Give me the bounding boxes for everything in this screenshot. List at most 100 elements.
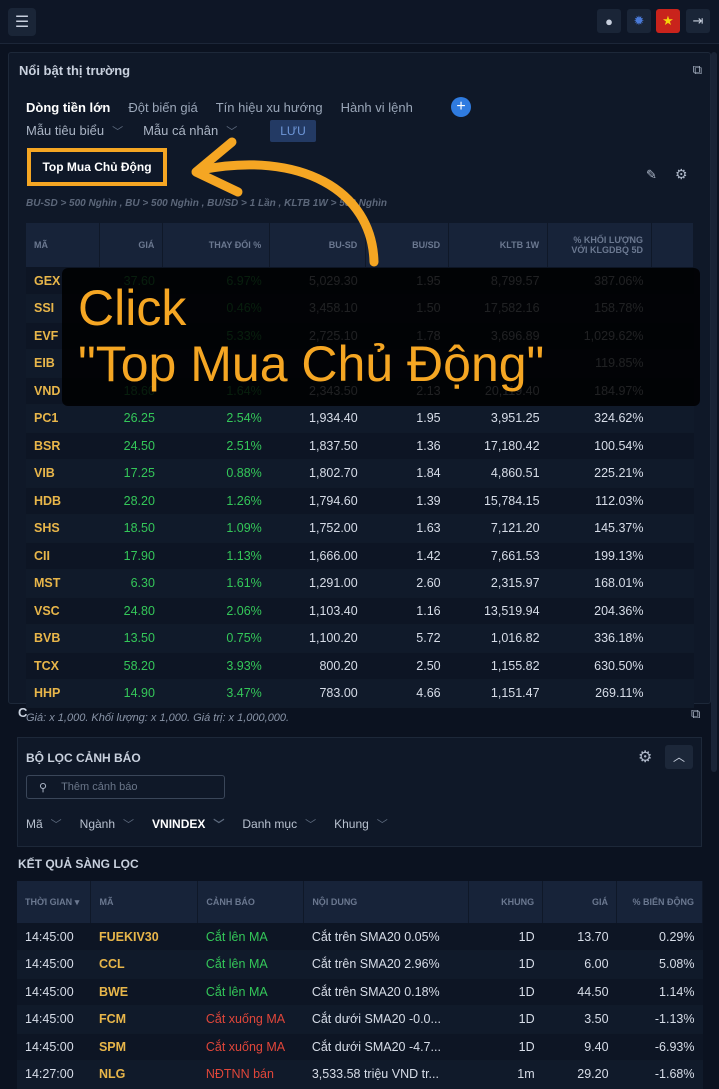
cell-pct-change: 5.08% [616,950,703,979]
cell-price: 14.90 [99,679,163,708]
cell-extra [651,597,694,625]
chip-index[interactable]: VNINDEX ﹀ [152,816,224,832]
cell-alert: Cắt lên MA [197,978,304,1006]
cell-timeframe: 1D [468,1005,543,1034]
cell-bu-sd: 1,291.00 [269,569,366,598]
cell-change: 1.26% [162,487,270,515]
table-row[interactable]: VSC 24.80 2.06% 1,103.40 1.16 13,519.94 204.36… [26,597,694,625]
cell-bu-sd: 1,802.70 [269,459,366,488]
chip-symbol[interactable]: Mã ﹀ [26,816,62,832]
gear-icon[interactable]: ⚙ [638,747,652,767]
col-price[interactable]: GIÁ [542,881,618,923]
cell-alert: Cắt xuống MA [197,1005,304,1034]
chip-sector[interactable]: Ngành ﹀ [80,816,134,832]
col-symbol[interactable]: MÃ [90,881,199,923]
cell-symbol: SPM [90,1033,198,1061]
arrow-icon [191,137,379,267]
table-row[interactable]: VIB 17.25 0.88% 1,802.70 1.84 4,860.51 225.21% [26,459,694,488]
table-row[interactable]: PC1 26.25 2.54% 1,934.40 1.95 3,951.25 324.62% [26,404,694,433]
cell-vol-ratio: 630.50% [547,652,652,680]
cell-change: 3.47% [162,679,270,708]
cell-bu-sd: 1,100.20 [269,624,366,653]
cell-bu-sd-ratio: 1.16 [365,597,449,625]
cell-vol-ratio: 145.37% [547,514,652,543]
cell-avg-vol: 13,519.94 [448,597,548,625]
cell-avg-vol: 3,951.25 [448,404,548,433]
cell-bu-sd-ratio: 2.60 [365,569,449,598]
cell-price: 58.20 [99,652,163,680]
chevron-up-icon[interactable]: ︿ [665,745,693,769]
cell-time: 14:45:00 [17,950,91,979]
cell-price: 17.90 [99,542,163,570]
cell-symbol: MST [26,569,100,598]
cell-vol-ratio: 112.03% [547,487,652,515]
col-timeframe[interactable]: KHUNG [468,881,544,923]
table-row[interactable]: HDB 28.20 1.26% 1,794.60 1.39 15,784.15 112.03… [26,487,694,515]
table-row[interactable]: SHS 18.50 1.09% 1,752.00 1.63 7,121.20 145.37% [26,514,694,543]
table-row[interactable]: 14:45:00 CCL Cắt lên MA Cắt trên SMA20 2.96… [17,950,703,979]
cell-vol-ratio: 100.54% [547,432,652,460]
table-row[interactable]: MST 6.30 1.61% 1,291.00 2.60 2,315.97 168.01% [26,569,694,598]
table-row[interactable]: 14:45:00 BWE Cắt lên MA Cắt trên SMA20 0.18… [17,978,703,1006]
table-row[interactable]: 14:45:00 SPM Cắt xuống MA Cắt dưới SMA20 -4… [17,1033,703,1061]
col-pct-change[interactable]: % BIẾN ĐỘNG [616,881,703,923]
alert-filter-box: BỘ LỌC CẢNH BÁO ⚙ ︿ ⚲ Thêm cảnh báo Mã ﹀ N… [17,737,702,847]
cell-change: 1.61% [162,569,270,598]
add-alert-search-input[interactable]: ⚲ Thêm cảnh báo [26,775,225,799]
col-label: THỜI GIAN [25,896,73,907]
cell-bu-sd-ratio: 1.63 [365,514,449,543]
chip-timeframe[interactable]: Khung ﹀ [334,816,388,832]
table-row[interactable]: 14:45:00 FUEKIV30 Cắt lên MA Cắt trên SMA20… [17,923,703,951]
chip-label: Khung [334,817,369,831]
cell-avg-vol: 1,016.82 [448,624,548,653]
cell-price: 3.50 [542,1005,617,1034]
cell-avg-vol: 1,151.47 [448,679,548,708]
cell-price: 6.30 [99,569,163,598]
cell-price: 24.50 [99,432,163,460]
external-link-icon[interactable]: ⧉ [691,706,700,722]
cell-price: 29.20 [542,1060,617,1089]
cell-symbol: PC1 [26,404,100,433]
search-icon: ⚲ [39,781,48,794]
table-row[interactable]: CII 17.90 1.13% 1,666.00 1.42 7,661.53 199.13% [26,542,694,570]
cell-symbol: CII [26,542,100,570]
cell-vol-ratio: 225.21% [547,459,652,488]
cell-avg-vol: 4,860.51 [448,459,548,488]
cell-symbol: BSR [26,432,100,460]
cell-timeframe: 1m [468,1060,543,1089]
cell-bu-sd: 1,934.40 [269,404,366,433]
cell-content: Cắt trên SMA20 0.18% [303,978,469,1006]
cell-symbol: FUEKIV30 [90,923,198,951]
cell-change: 1.13% [162,542,270,570]
cell-extra [651,514,694,543]
cell-avg-vol: 1,155.82 [448,652,548,680]
cell-change: 2.51% [162,432,270,460]
table-row[interactable]: 14:27:00 NLG NĐTNN bán 3,533.58 triệu VND t… [17,1060,703,1089]
cell-change: 0.88% [162,459,270,488]
cell-time: 14:45:00 [17,978,91,1006]
table-row[interactable]: BVB 13.50 0.75% 1,100.20 5.72 1,016.82 336.18% [26,624,694,653]
chip-watchlist[interactable]: Danh mục ﹀ [242,816,316,832]
table-row[interactable]: 14:45:00 FCM Cắt xuống MA Cắt dưới SMA20 -0… [17,1005,703,1034]
cell-extra [651,404,694,433]
cell-change: 1.09% [162,514,270,543]
cell-alert: Cắt lên MA [197,950,304,979]
table-row[interactable]: HHP 14.90 3.47% 783.00 4.66 1,151.47 269.11% [26,679,694,708]
cell-extra [651,624,694,653]
cell-time: 14:45:00 [17,923,91,951]
chevron-down-icon: ﹀ [305,819,317,831]
cell-pct-change: 0.29% [616,923,703,951]
cell-pct-change: -1.68% [616,1060,703,1089]
chevron-down-icon: ﹀ [213,819,225,831]
col-content[interactable]: NỘI DUNG [303,881,470,923]
chevron-down-icon: ﹀ [376,819,388,831]
col-time[interactable]: THỜI GIAN ▾ [17,881,92,923]
cell-symbol: FCM [90,1005,198,1034]
cell-change: 2.06% [162,597,270,625]
cell-symbol: BVB [26,624,100,653]
col-alert[interactable]: CẢNH BÁO [197,881,305,923]
table-row[interactable]: BSR 24.50 2.51% 1,837.50 1.36 17,180.42 100.54… [26,432,694,460]
table-row[interactable]: TCX 58.20 3.93% 800.20 2.50 1,155.82 630.50% [26,652,694,680]
cell-alert: NĐTNN bán [197,1060,304,1089]
cell-vol-ratio: 199.13% [547,542,652,570]
